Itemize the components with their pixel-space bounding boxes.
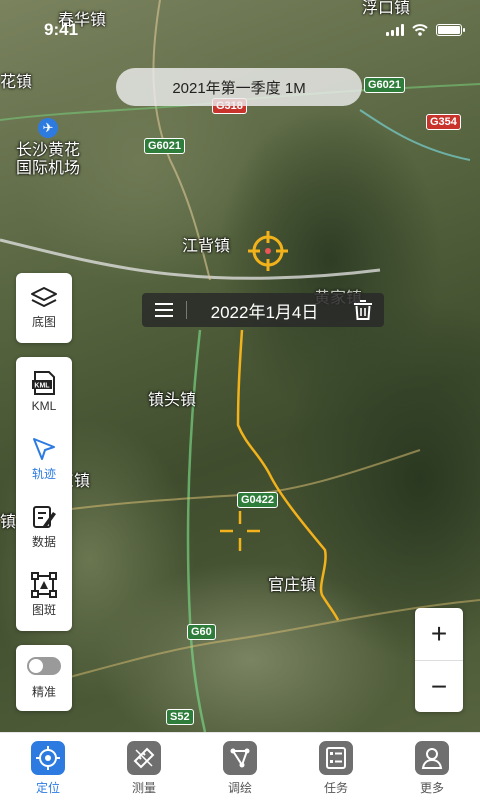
kml-icon-text: KML	[34, 382, 50, 389]
task-list-icon	[319, 741, 353, 775]
road-shield-g60: G60	[187, 624, 216, 640]
tab-more[interactable]: 更多	[384, 733, 480, 801]
target-crosshair	[248, 231, 288, 271]
place-zhen-left: 镇	[0, 514, 17, 531]
tab-measure-label: 测量	[131, 781, 156, 795]
tool-panel: KML KML 轨迹 数据 图斑	[16, 357, 72, 631]
road-shield-g354: G354	[426, 114, 461, 130]
data-label: 数据	[31, 535, 56, 549]
tab-location-label: 定位	[35, 781, 60, 795]
edit-document-icon	[33, 506, 56, 528]
precise-label: 精准	[31, 684, 56, 699]
place-zhentou: 镇头镇	[148, 392, 197, 409]
track-label: 轨迹	[31, 467, 56, 481]
place-airport: 长沙黄花 国际机场	[16, 142, 80, 178]
tab-more-label: 更多	[419, 781, 444, 795]
road-shield-g0422: G0422	[237, 492, 279, 508]
location-icon	[31, 741, 65, 775]
map-center-crosshair	[220, 511, 260, 551]
tab-tasks-label: 任务	[323, 781, 348, 795]
battery-icon	[436, 24, 465, 36]
place-guanzhuang: 官庄镇	[268, 577, 317, 594]
airport-icon: ✈	[38, 118, 58, 138]
bottom-tab-bar: 定位 测量 调绘 任务 更多	[0, 732, 480, 801]
track-date[interactable]: 2022年1月4日	[187, 298, 342, 323]
kml-button[interactable]: KML KML	[16, 357, 72, 425]
navigation-arrow-icon	[33, 438, 55, 460]
tab-tasks[interactable]: 任务	[288, 733, 384, 801]
airport-name-line2: 国际机场	[16, 160, 81, 177]
satellite-map[interactable]: 春华镇 浮口镇 花镇 长沙黄花 国际机场 ✈ 江背镇 黄家镇 镇头镇 东镇 镇 …	[0, 0, 480, 732]
basemap-panel: 底图	[16, 273, 72, 343]
road-shield-g6021-left: G6021	[144, 138, 186, 154]
road-shield-g6021: G6021	[364, 77, 406, 93]
tab-survey-draw[interactable]: 调绘	[192, 733, 288, 801]
cellular-signal-icon	[386, 24, 404, 36]
kml-file-icon: KML	[32, 370, 55, 395]
tab-measure[interactable]: 测量	[96, 733, 192, 801]
status-icons	[386, 24, 465, 36]
toggle-switch[interactable]	[27, 656, 61, 675]
tab-survey-draw-label: 调绘	[227, 781, 252, 795]
basemap-button[interactable]: 底图	[16, 273, 72, 343]
status-time: 9:41	[44, 20, 79, 39]
kml-label: KML	[31, 398, 57, 413]
track-date-bar: 2022年1月4日	[142, 293, 384, 327]
imagery-period-selector[interactable]: 2021年第一季度 1M	[116, 68, 362, 106]
more-icon	[415, 741, 449, 775]
zoom-out-button[interactable]: −	[415, 660, 463, 713]
zoom-in-button[interactable]: +	[415, 608, 463, 660]
patch-label: 图斑	[31, 603, 56, 617]
road-shield-s52: S52	[166, 709, 194, 725]
zoom-control: + −	[415, 608, 463, 712]
track-button[interactable]: 轨迹	[16, 425, 72, 493]
place-hua-left: 花镇	[0, 74, 33, 91]
ruler-icon	[127, 741, 161, 775]
precise-toggle[interactable]: 精准	[16, 645, 72, 711]
data-button[interactable]: 数据	[16, 493, 72, 561]
polygon-edit-icon	[223, 741, 257, 775]
place-jiangbei: 江背镇	[182, 238, 231, 255]
trash-icon	[354, 300, 372, 320]
wifi-icon	[412, 24, 428, 36]
basemap-label: 底图	[31, 315, 56, 329]
polygon-patch-icon	[31, 572, 57, 598]
menu-button[interactable]	[142, 293, 186, 327]
tab-location[interactable]: 定位	[0, 733, 96, 801]
patch-button[interactable]: 图斑	[16, 561, 72, 629]
status-bar: 9:41	[0, 0, 480, 44]
precise-panel: 精准	[16, 645, 72, 711]
delete-track-button[interactable]	[342, 293, 384, 327]
menu-icon	[155, 303, 173, 317]
airport-name-line1: 长沙黄花	[16, 142, 81, 159]
layers-icon	[31, 287, 57, 307]
